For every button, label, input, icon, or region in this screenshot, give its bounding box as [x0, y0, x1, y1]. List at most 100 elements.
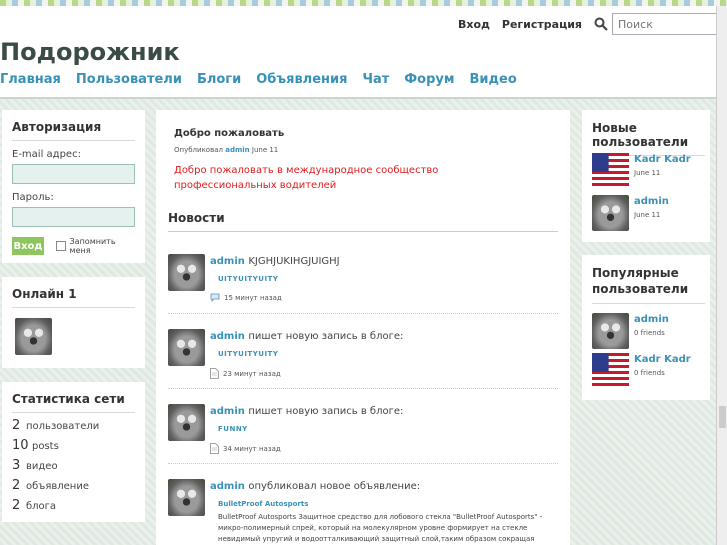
user-avatar[interactable] — [592, 195, 629, 231]
stat-row: 2 блога — [12, 498, 135, 513]
page-scrollbar[interactable] — [716, 6, 727, 545]
news-tag-link[interactable]: BulletProof Autosports — [218, 500, 560, 508]
news-action: пишет новую запись в блоге: — [248, 406, 404, 417]
new-users-title: Новые пользователи — [592, 121, 705, 156]
password-label: Пароль: — [12, 192, 54, 203]
document-icon — [210, 368, 219, 379]
user-friends-count: 0 friends — [634, 329, 665, 337]
document-icon — [210, 443, 219, 454]
stat-count: 10 — [12, 438, 29, 453]
stat-row: 10 posts — [12, 438, 135, 453]
user-friends-count: 0 friends — [634, 369, 665, 377]
welcome-author-link[interactable]: admin — [225, 146, 249, 154]
news-user-link[interactable]: admin — [210, 331, 245, 342]
nav-forum[interactable]: Форум — [404, 72, 454, 87]
stat-count: 3 — [12, 458, 21, 473]
news-separator — [168, 313, 558, 314]
user-flag-avatar[interactable] — [592, 353, 629, 389]
auth-title: Авторизация — [12, 120, 135, 141]
news-user-link[interactable]: admin — [210, 481, 245, 492]
login-button[interactable]: Вход — [12, 237, 44, 255]
welcome-meta: Опубликовал admin June 11 — [174, 146, 544, 154]
news-avatar[interactable] — [168, 254, 205, 291]
user-name-link[interactable]: Kadr Kadr — [634, 154, 691, 165]
stat-count: 2 — [12, 478, 21, 493]
news-header: Новости — [168, 211, 558, 232]
user-date: June 11 — [634, 169, 661, 177]
stats-title: Статистика сети — [12, 392, 135, 413]
online-box: Онлайн 1 — [2, 277, 145, 368]
news-separator — [168, 388, 558, 389]
email-field[interactable] — [12, 164, 135, 184]
user-avatar[interactable] — [592, 313, 629, 349]
login-link[interactable]: Вход — [458, 18, 490, 31]
news-action: опубликовал новое объявление: — [248, 481, 421, 492]
remember-checkbox[interactable] — [56, 241, 66, 251]
stat-label[interactable]: блога — [26, 501, 56, 512]
news-avatar[interactable] — [168, 329, 205, 366]
news-time: 34 минут назад — [210, 443, 560, 454]
news-action: KJGHJUKIHGJUIGHJ — [248, 256, 340, 267]
stat-row: 3 видео — [12, 458, 135, 473]
classified-excerpt: BulletProof Autosports Защитное средство… — [218, 513, 543, 543]
nav-blogs[interactable]: Блоги — [197, 72, 241, 87]
online-title: Онлайн 1 — [12, 287, 135, 308]
news-tag-link[interactable]: UITYUITYUITY — [218, 350, 560, 358]
user-name-link[interactable]: Kadr Kadr — [634, 354, 691, 365]
news-time: 15 минут назад — [210, 293, 560, 302]
new-users-box: Новые пользователи Kadr Kadr June 11 adm… — [582, 110, 710, 242]
stat-row: 2 объявление — [12, 478, 135, 493]
popular-users-title: Популярные пользователи — [592, 265, 705, 304]
scrollbar-thumb[interactable] — [719, 406, 726, 428]
popular-users-box: Популярные пользователи admin 0 friends … — [582, 255, 710, 400]
nav-users[interactable]: Пользователи — [76, 72, 182, 87]
nav-home[interactable]: Главная — [0, 72, 61, 87]
stat-count: 2 — [12, 498, 21, 513]
site-title[interactable]: Подорожник — [0, 38, 180, 66]
news-avatar[interactable] — [168, 479, 205, 516]
user-name-link[interactable]: admin — [634, 314, 669, 325]
news-time: 23 минут назад — [210, 368, 560, 379]
news-tag-link[interactable]: UITYUITYUITY — [218, 275, 560, 283]
search-icon[interactable] — [594, 17, 608, 31]
password-field[interactable] — [12, 207, 135, 227]
news-title: Новости — [168, 211, 558, 232]
comment-icon — [210, 293, 220, 302]
news-time-text: 15 минут назад — [224, 293, 282, 302]
main-content: Добро пожаловать Опубликовал admin June … — [156, 110, 570, 545]
top-links: Вход Регистрация — [458, 12, 716, 36]
user-date: June 11 — [634, 211, 661, 219]
register-link[interactable]: Регистрация — [502, 18, 582, 31]
welcome-body: Добро пожаловать в международное сообщес… — [174, 165, 439, 191]
email-label: E-mail адрес: — [12, 149, 81, 160]
welcome-title[interactable]: Добро пожаловать — [174, 128, 544, 139]
nav-chat[interactable]: Чат — [362, 72, 389, 87]
news-user-link[interactable]: admin — [210, 406, 245, 417]
news-separator — [168, 463, 558, 464]
stats-box: Статистика сети 2 пользователи 10 posts 3в… — [2, 382, 145, 522]
stat-label[interactable]: объявление — [26, 481, 89, 492]
main-nav: Главная Пользователи Блоги Объявления Ча… — [0, 72, 532, 87]
news-action: пишет новую запись в блоге: — [248, 331, 404, 342]
news-time-text: 23 минут назад — [223, 369, 281, 378]
remember-label[interactable]: Запомнить меня — [70, 237, 135, 255]
nav-classifieds[interactable]: Объявления — [256, 72, 347, 87]
news-avatar[interactable] — [168, 404, 205, 441]
auth-box: Авторизация E-mail адрес: Пароль: Вход З… — [2, 110, 145, 263]
stat-label[interactable]: пользователи — [26, 421, 99, 432]
online-user-avatar[interactable] — [15, 318, 52, 355]
stat-row: 2 пользователи — [12, 418, 135, 433]
user-name-link[interactable]: admin — [634, 196, 669, 207]
news-tag-link[interactable]: FUNNY — [218, 425, 560, 433]
nav-video[interactable]: Видео — [470, 72, 517, 87]
site-header: Вход Регистрация Подорожник Главная Поль… — [0, 6, 716, 99]
posted-by-label: Опубликовал — [174, 146, 223, 154]
search-input[interactable] — [612, 13, 716, 35]
news-time-text: 34 минут назад — [223, 444, 281, 453]
user-flag-avatar[interactable] — [592, 153, 629, 189]
stat-label[interactable]: posts — [32, 441, 59, 452]
welcome-date: June 11 — [251, 146, 279, 154]
news-user-link[interactable]: admin — [210, 256, 245, 267]
stat-label[interactable]: видео — [26, 461, 58, 472]
stat-count: 2 — [12, 418, 21, 433]
